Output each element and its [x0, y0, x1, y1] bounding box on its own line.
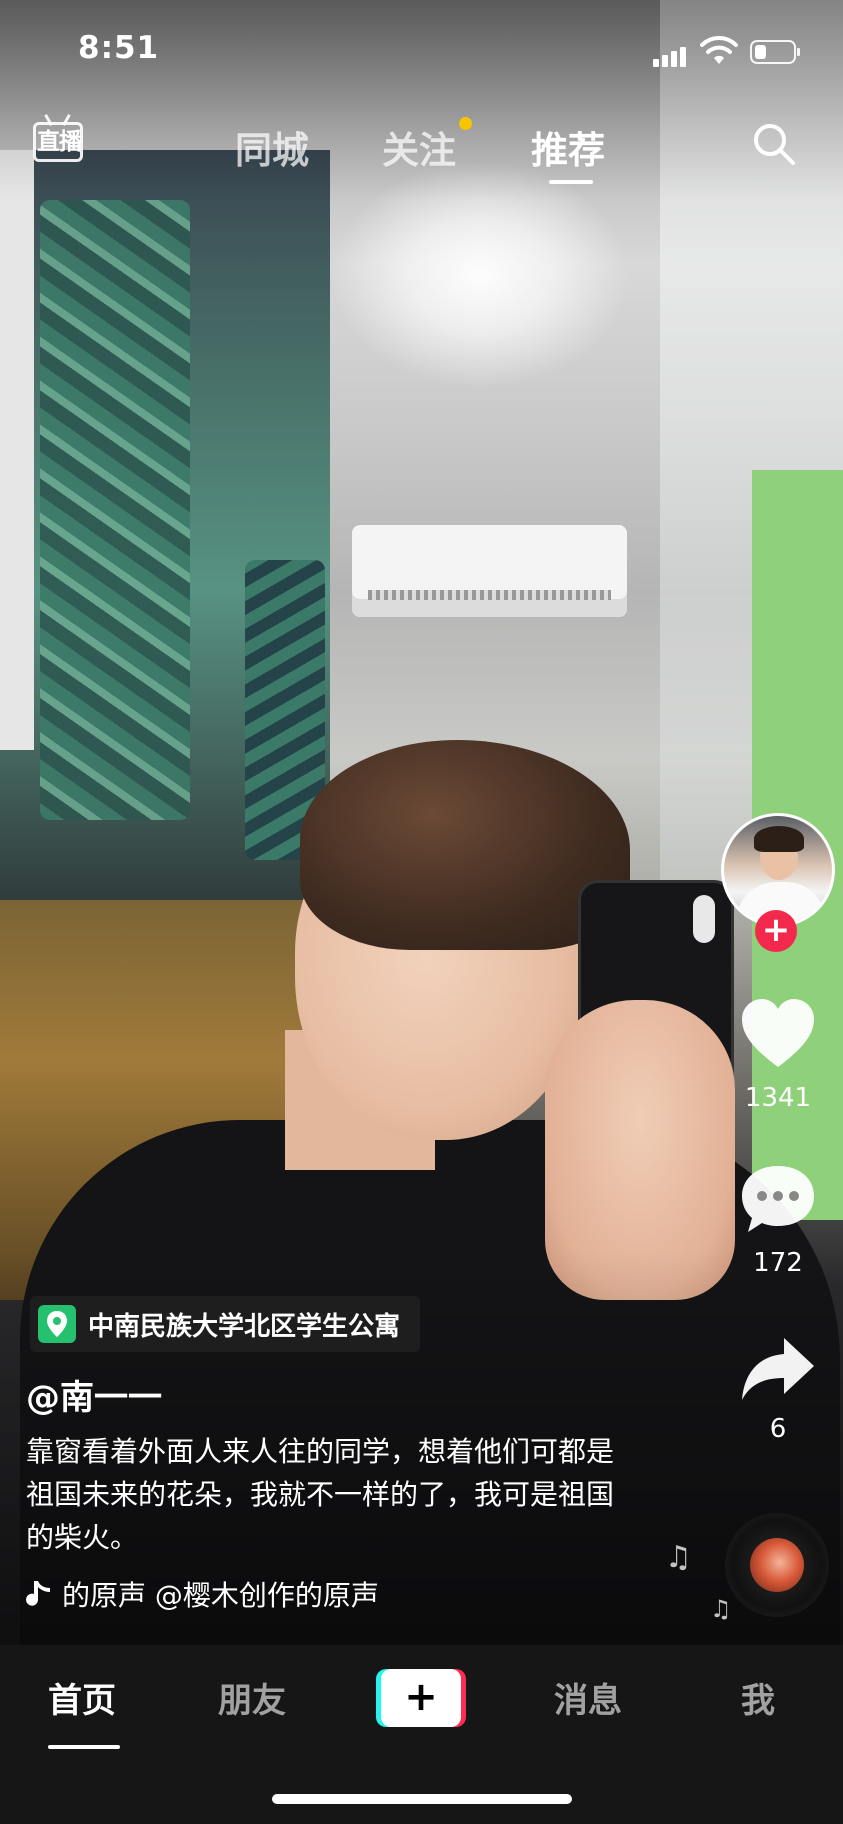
location-pin-icon: [38, 1305, 76, 1343]
air-conditioner: [352, 525, 627, 617]
music-info[interactable]: 的原声 @樱木创作的原声: [26, 1574, 379, 1614]
status-bar: 8:51: [0, 0, 843, 100]
follow-button[interactable]: +: [755, 910, 797, 952]
active-tab-indicator: [549, 180, 593, 184]
live-label: 直播: [37, 129, 82, 155]
heart-icon[interactable]: [738, 995, 818, 1075]
location-tag[interactable]: 中南民族大学北区学生公寓: [30, 1296, 421, 1352]
floating-note-icon: ♫: [665, 1540, 692, 1575]
location-label: 中南民族大学北区学生公寓: [88, 1311, 401, 1342]
tab-nearby[interactable]: 同城: [235, 120, 309, 174]
phone-camera: [693, 895, 715, 943]
music-note-icon: [26, 1581, 50, 1606]
avatar-hair: [754, 826, 804, 852]
home-indicator: [272, 1794, 572, 1804]
status-time: 8:51: [78, 30, 160, 66]
comment-icon[interactable]: [738, 1160, 818, 1240]
music-title: 的原声 @樱木创作的原声: [62, 1579, 379, 1612]
search-icon[interactable]: [751, 121, 797, 167]
like-count: 1341: [744, 1083, 812, 1113]
screen: 8:51 直播 同城 关注 推荐 + 1341 172 6 ♫ ♫ 中南民族大学…: [0, 0, 843, 1824]
music-disc-cover: [750, 1538, 804, 1592]
white-towel: [0, 150, 34, 750]
tab-friends[interactable]: 朋友: [218, 1673, 286, 1722]
cellular-signal-icon: [653, 43, 689, 67]
create-button[interactable]: +: [376, 1669, 466, 1727]
notification-dot: [459, 117, 472, 130]
live-icon[interactable]: 直播: [33, 114, 85, 166]
air-conditioner-vent: [368, 590, 611, 600]
plus-icon: +: [761, 910, 791, 950]
tab-me[interactable]: 我: [741, 1673, 775, 1722]
comment-count: 172: [753, 1248, 803, 1278]
author-name[interactable]: @南一一: [26, 1370, 162, 1419]
floating-note-icon-small: ♫: [710, 1595, 732, 1623]
share-icon[interactable]: [738, 1330, 818, 1410]
tab-home[interactable]: 首页: [48, 1673, 116, 1722]
share-count: 6: [769, 1414, 787, 1444]
battery-icon: [750, 40, 800, 64]
tab-messages[interactable]: 消息: [554, 1673, 622, 1722]
wifi-icon: [700, 36, 738, 64]
tab-recommended[interactable]: 推荐: [531, 120, 605, 174]
post-description: 靠窗看着外面人来人往的同学，想着他们可都是祖国未来的花朵，我就不一样的了，我可是…: [26, 1435, 615, 1554]
tab-following[interactable]: 关注: [382, 120, 456, 174]
curtain-leaf-pattern: [40, 200, 190, 820]
home-tab-indicator: [48, 1745, 120, 1749]
plus-icon: +: [404, 1674, 438, 1720]
battery-fill: [755, 45, 766, 59]
